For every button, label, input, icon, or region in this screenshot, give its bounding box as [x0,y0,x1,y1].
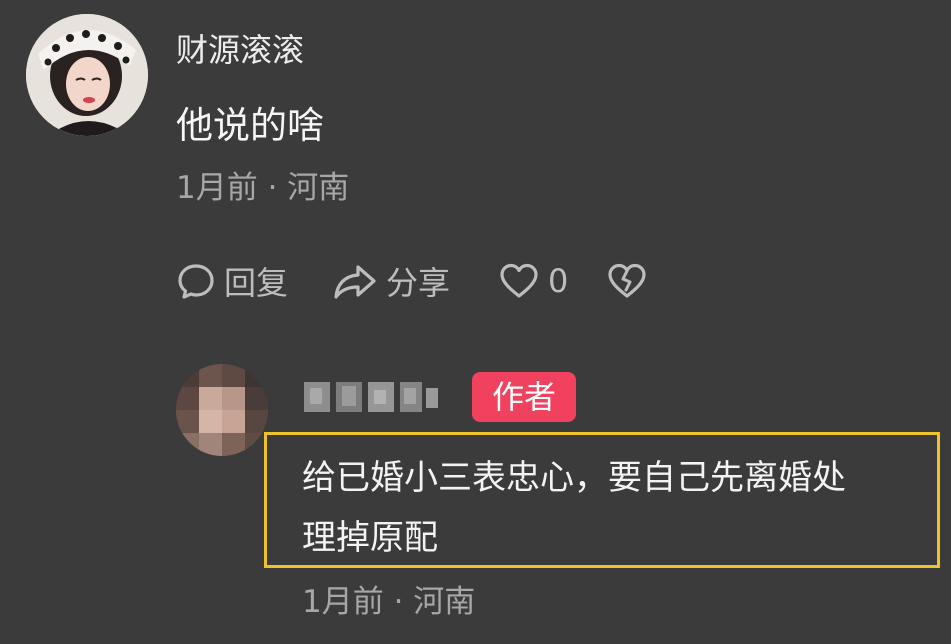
avatar-image [26,14,148,136]
like-button[interactable]: 0 [498,261,606,301]
comment-meta: 1月前 · 河南 [176,170,350,206]
reply-username-obscured[interactable] [304,378,440,418]
heart-icon [500,263,538,298]
comment-bubble-icon [178,264,214,299]
reply-text: 给已婚小三表忠心，要自己先离婚处 理掉原配 [302,448,932,568]
like-count: 0 [548,262,569,300]
share-button[interactable]: 分享 [332,258,498,304]
reply-meta: 1月前 · 河南 [302,584,476,620]
share-label: 分享 [386,264,451,302]
comment-text: 他说的啥 [176,104,324,147]
dislike-button[interactable] [606,261,648,301]
reply-text-line-1: 给已婚小三表忠心，要自己先离婚处 [302,458,846,498]
broken-heart-icon [608,263,646,298]
pixelated-username [304,382,438,412]
reply-button[interactable]: 回复 [176,258,332,304]
comment-actions: 回复 分享 0 [176,256,648,306]
reply-text-line-2: 理掉原配 [302,518,438,558]
username[interactable]: 财源滚滚 [176,28,304,72]
pixelated-avatar-image [176,364,268,456]
reply-avatar[interactable] [176,364,268,456]
avatar[interactable] [26,14,148,136]
author-badge: 作者 [472,372,576,422]
share-arrow-icon [334,265,376,299]
reply-label: 回复 [224,264,289,302]
